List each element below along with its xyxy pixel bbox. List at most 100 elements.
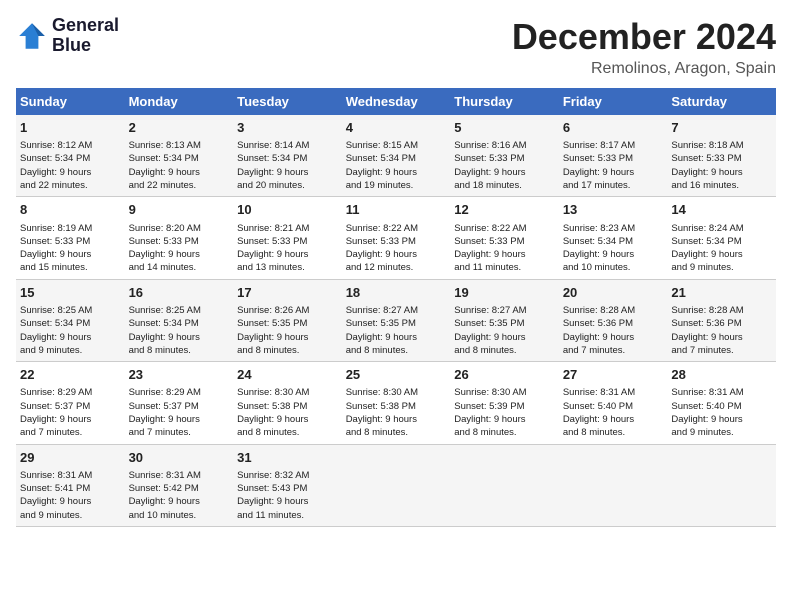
calendar-cell xyxy=(667,444,776,526)
sunset-info: Sunset: 5:42 PM xyxy=(129,483,199,494)
sunset-info: Sunset: 5:36 PM xyxy=(671,318,741,329)
sunrise-info: Sunrise: 8:31 AM xyxy=(563,387,635,398)
day-number: 30 xyxy=(129,449,230,467)
daylight-minutes: and 10 minutes. xyxy=(563,262,631,273)
location-title: Remolinos, Aragon, Spain xyxy=(512,60,776,78)
logo-icon xyxy=(16,20,48,52)
day-number: 8 xyxy=(20,201,121,219)
day-number: 1 xyxy=(20,119,121,137)
sunrise-info: Sunrise: 8:26 AM xyxy=(237,305,309,316)
daylight-hours: Daylight: 9 hours xyxy=(671,249,742,260)
sunrise-info: Sunrise: 8:24 AM xyxy=(671,223,743,234)
day-number: 15 xyxy=(20,284,121,302)
day-number: 4 xyxy=(346,119,447,137)
daylight-hours: Daylight: 9 hours xyxy=(237,167,308,178)
sunset-info: Sunset: 5:33 PM xyxy=(346,236,416,247)
daylight-minutes: and 7 minutes. xyxy=(20,427,82,438)
daylight-hours: Daylight: 9 hours xyxy=(129,332,200,343)
daylight-minutes: and 15 minutes. xyxy=(20,262,88,273)
calendar-cell: 1Sunrise: 8:12 AMSunset: 5:34 PMDaylight… xyxy=(16,115,125,197)
sunrise-info: Sunrise: 8:27 AM xyxy=(454,305,526,316)
calendar-cell: 11Sunrise: 8:22 AMSunset: 5:33 PMDayligh… xyxy=(342,197,451,279)
page-header: General Blue December 2024 Remolinos, Ar… xyxy=(16,16,776,78)
daylight-minutes: and 18 minutes. xyxy=(454,180,522,191)
day-number: 13 xyxy=(563,201,664,219)
day-number: 10 xyxy=(237,201,338,219)
sunset-info: Sunset: 5:33 PM xyxy=(20,236,90,247)
sunset-info: Sunset: 5:35 PM xyxy=(346,318,416,329)
daylight-hours: Daylight: 9 hours xyxy=(671,414,742,425)
col-saturday: Saturday xyxy=(667,88,776,115)
calendar-cell: 3Sunrise: 8:14 AMSunset: 5:34 PMDaylight… xyxy=(233,115,342,197)
sunrise-info: Sunrise: 8:28 AM xyxy=(671,305,743,316)
day-number: 26 xyxy=(454,366,555,384)
daylight-hours: Daylight: 9 hours xyxy=(20,414,91,425)
sunset-info: Sunset: 5:33 PM xyxy=(237,236,307,247)
calendar-cell: 14Sunrise: 8:24 AMSunset: 5:34 PMDayligh… xyxy=(667,197,776,279)
calendar-cell: 18Sunrise: 8:27 AMSunset: 5:35 PMDayligh… xyxy=(342,279,451,361)
daylight-hours: Daylight: 9 hours xyxy=(346,249,417,260)
daylight-minutes: and 20 minutes. xyxy=(237,180,305,191)
title-area: December 2024 Remolinos, Aragon, Spain xyxy=(512,16,776,78)
daylight-hours: Daylight: 9 hours xyxy=(454,249,525,260)
daylight-hours: Daylight: 9 hours xyxy=(237,249,308,260)
daylight-minutes: and 8 minutes. xyxy=(237,345,299,356)
daylight-hours: Daylight: 9 hours xyxy=(129,167,200,178)
daylight-hours: Daylight: 9 hours xyxy=(237,414,308,425)
daylight-minutes: and 11 minutes. xyxy=(454,262,521,273)
day-number: 28 xyxy=(671,366,772,384)
sunrise-info: Sunrise: 8:30 AM xyxy=(346,387,418,398)
calendar-cell: 24Sunrise: 8:30 AMSunset: 5:38 PMDayligh… xyxy=(233,362,342,444)
calendar-cell: 15Sunrise: 8:25 AMSunset: 5:34 PMDayligh… xyxy=(16,279,125,361)
calendar-cell: 21Sunrise: 8:28 AMSunset: 5:36 PMDayligh… xyxy=(667,279,776,361)
daylight-minutes: and 9 minutes. xyxy=(20,345,82,356)
daylight-minutes: and 9 minutes. xyxy=(671,427,733,438)
sunrise-info: Sunrise: 8:17 AM xyxy=(563,140,635,151)
daylight-minutes: and 8 minutes. xyxy=(346,427,408,438)
sunset-info: Sunset: 5:34 PM xyxy=(346,153,416,164)
daylight-hours: Daylight: 9 hours xyxy=(346,332,417,343)
sunrise-info: Sunrise: 8:31 AM xyxy=(129,470,201,481)
sunset-info: Sunset: 5:38 PM xyxy=(346,401,416,412)
calendar-cell: 25Sunrise: 8:30 AMSunset: 5:38 PMDayligh… xyxy=(342,362,451,444)
sunrise-info: Sunrise: 8:22 AM xyxy=(454,223,526,234)
sunrise-info: Sunrise: 8:18 AM xyxy=(671,140,743,151)
day-number: 23 xyxy=(129,366,230,384)
daylight-hours: Daylight: 9 hours xyxy=(563,414,634,425)
sunset-info: Sunset: 5:34 PM xyxy=(237,153,307,164)
daylight-minutes: and 7 minutes. xyxy=(129,427,191,438)
sunrise-info: Sunrise: 8:19 AM xyxy=(20,223,92,234)
calendar-week-row: 29Sunrise: 8:31 AMSunset: 5:41 PMDayligh… xyxy=(16,444,776,526)
daylight-hours: Daylight: 9 hours xyxy=(563,249,634,260)
sunrise-info: Sunrise: 8:21 AM xyxy=(237,223,309,234)
sunrise-info: Sunrise: 8:15 AM xyxy=(346,140,418,151)
daylight-minutes: and 22 minutes. xyxy=(129,180,197,191)
daylight-hours: Daylight: 9 hours xyxy=(237,332,308,343)
sunrise-info: Sunrise: 8:31 AM xyxy=(671,387,743,398)
calendar-cell: 13Sunrise: 8:23 AMSunset: 5:34 PMDayligh… xyxy=(559,197,668,279)
calendar-cell: 26Sunrise: 8:30 AMSunset: 5:39 PMDayligh… xyxy=(450,362,559,444)
calendar-cell: 23Sunrise: 8:29 AMSunset: 5:37 PMDayligh… xyxy=(125,362,234,444)
daylight-minutes: and 8 minutes. xyxy=(346,345,408,356)
daylight-hours: Daylight: 9 hours xyxy=(671,167,742,178)
sunrise-info: Sunrise: 8:30 AM xyxy=(237,387,309,398)
calendar-cell: 28Sunrise: 8:31 AMSunset: 5:40 PMDayligh… xyxy=(667,362,776,444)
col-tuesday: Tuesday xyxy=(233,88,342,115)
sunset-info: Sunset: 5:34 PM xyxy=(129,153,199,164)
daylight-hours: Daylight: 9 hours xyxy=(563,167,634,178)
sunset-info: Sunset: 5:36 PM xyxy=(563,318,633,329)
sunset-info: Sunset: 5:34 PM xyxy=(563,236,633,247)
daylight-hours: Daylight: 9 hours xyxy=(129,414,200,425)
daylight-hours: Daylight: 9 hours xyxy=(129,249,200,260)
sunrise-info: Sunrise: 8:27 AM xyxy=(346,305,418,316)
sunset-info: Sunset: 5:34 PM xyxy=(20,153,90,164)
calendar-cell: 22Sunrise: 8:29 AMSunset: 5:37 PMDayligh… xyxy=(16,362,125,444)
sunset-info: Sunset: 5:35 PM xyxy=(237,318,307,329)
day-number: 22 xyxy=(20,366,121,384)
calendar-header-row: Sunday Monday Tuesday Wednesday Thursday… xyxy=(16,88,776,115)
sunrise-info: Sunrise: 8:12 AM xyxy=(20,140,92,151)
daylight-hours: Daylight: 9 hours xyxy=(129,496,200,507)
day-number: 17 xyxy=(237,284,338,302)
sunrise-info: Sunrise: 8:29 AM xyxy=(20,387,92,398)
day-number: 9 xyxy=(129,201,230,219)
